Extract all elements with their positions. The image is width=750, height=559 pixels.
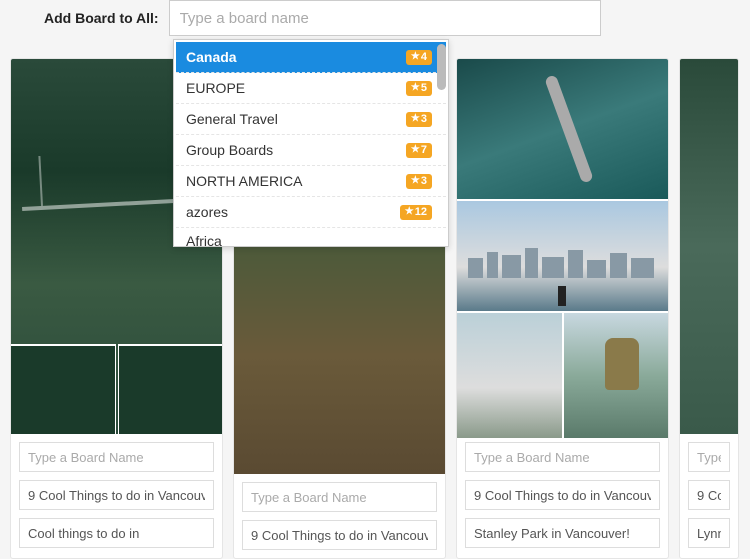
star-icon: ★ [405, 207, 414, 217]
dropdown-item[interactable]: azores ★12 [176, 197, 446, 228]
board-name-field[interactable] [465, 442, 660, 472]
pin-card [679, 58, 739, 559]
board-name-field[interactable] [19, 442, 214, 472]
star-icon: ★ [411, 52, 420, 62]
pin-title-field[interactable] [688, 480, 730, 510]
pin-desc-field[interactable] [19, 518, 214, 548]
dropdown-item-label: azores [186, 204, 228, 220]
count-badge: ★12 [400, 205, 432, 220]
dropdown-item-label: General Travel [186, 111, 278, 127]
dropdown-scrollbar[interactable] [437, 44, 446, 90]
dropdown-item-label: Africa [186, 233, 222, 247]
count-badge: ★5 [406, 81, 432, 96]
dropdown-item[interactable]: General Travel ★3 [176, 104, 446, 135]
dropdown-item-label: EUROPE [186, 80, 245, 96]
pin-image[interactable] [680, 59, 738, 434]
board-name-field[interactable] [242, 482, 437, 512]
count-badge: ★7 [406, 143, 432, 158]
dropdown-item[interactable]: Canada ★4 [176, 42, 446, 73]
dropdown-item[interactable]: EUROPE ★5 [176, 73, 446, 104]
dropdown-item-label: Group Boards [186, 142, 273, 158]
star-icon: ★ [411, 114, 420, 124]
board-name-input[interactable] [169, 0, 601, 36]
board-autocomplete-wrap [169, 0, 601, 36]
board-dropdown: Canada ★4 EUROPE ★5 General Travel ★3 Group Bo… [173, 39, 449, 247]
star-icon: ★ [411, 145, 420, 155]
pin-desc-field[interactable] [688, 518, 730, 548]
add-board-label: Add Board to All: [44, 10, 159, 26]
pin-title-field[interactable] [19, 480, 214, 510]
pin-card [456, 58, 669, 559]
pin-image[interactable] [457, 59, 668, 434]
dropdown-item[interactable]: Africa [176, 228, 446, 246]
count-badge: ★4 [406, 50, 432, 65]
dropdown-item-label: NORTH AMERICA [186, 173, 302, 189]
count-badge: ★3 [406, 112, 432, 127]
dropdown-item[interactable]: NORTH AMERICA ★3 [176, 166, 446, 197]
dropdown-item[interactable]: Group Boards ★7 [176, 135, 446, 166]
pin-desc-field[interactable] [465, 518, 660, 548]
board-name-field[interactable] [688, 442, 730, 472]
pin-title-field[interactable] [465, 480, 660, 510]
star-icon: ★ [411, 83, 420, 93]
dropdown-item-label: Canada [186, 49, 237, 65]
star-icon: ★ [411, 176, 420, 186]
count-badge: ★3 [406, 174, 432, 189]
